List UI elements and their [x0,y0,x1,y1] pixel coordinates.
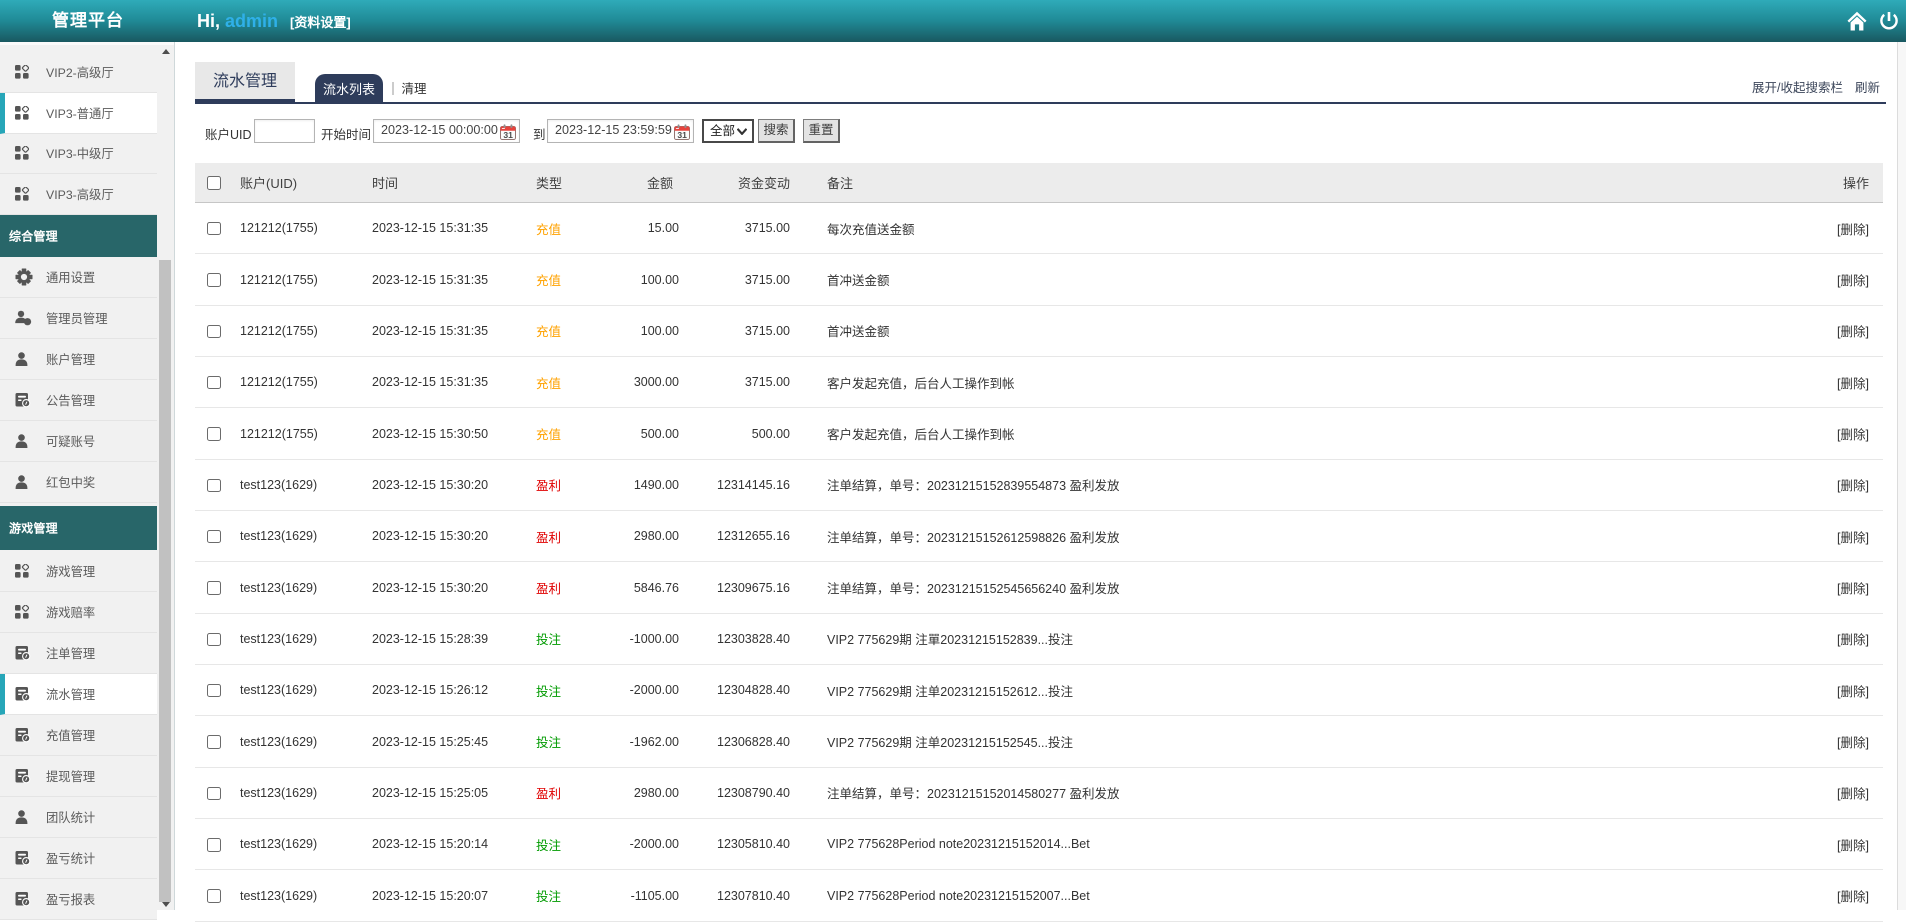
svg-text:31: 31 [503,130,513,140]
svg-text:31: 31 [677,130,687,140]
